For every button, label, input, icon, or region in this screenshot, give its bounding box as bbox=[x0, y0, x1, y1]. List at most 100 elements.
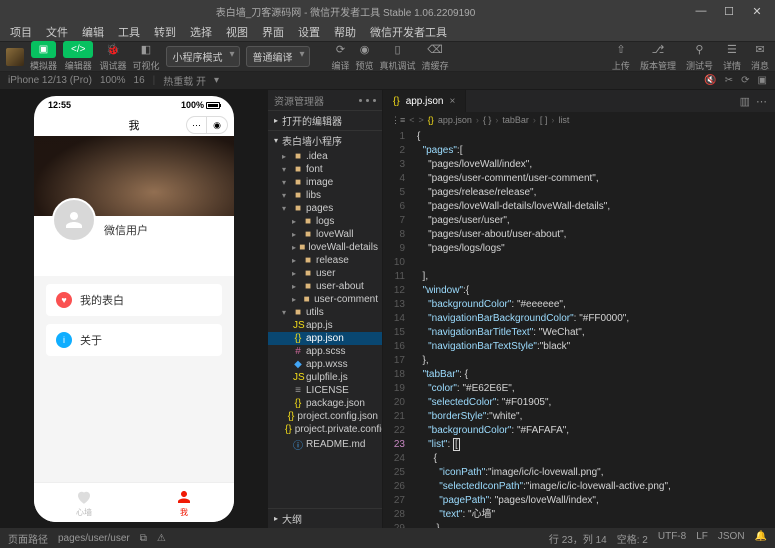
username-label: 微信用户 bbox=[104, 222, 148, 238]
cursor-position[interactable]: 行 23，列 14 bbox=[549, 531, 607, 546]
language-mode[interactable]: JSON bbox=[718, 531, 745, 546]
tree-item--idea[interactable]: ▸■.idea bbox=[268, 150, 382, 163]
menu-help[interactable]: 帮助 bbox=[328, 22, 362, 42]
alert-icon[interactable]: ⚠ bbox=[157, 533, 166, 544]
rotate-icon[interactable]: ⟳ bbox=[741, 75, 749, 86]
tree-item-lovewall-details[interactable]: ▸■loveWall-details bbox=[268, 241, 382, 254]
profile-section: 微信用户 bbox=[34, 216, 234, 276]
tree-item-logs[interactable]: ▸■logs bbox=[268, 215, 382, 228]
tree-item-utils[interactable]: ▾■utils bbox=[268, 306, 382, 319]
page-path[interactable]: pages/user/user bbox=[58, 533, 130, 544]
user-avatar[interactable] bbox=[52, 198, 96, 242]
tree-item-image[interactable]: ▾■image bbox=[268, 176, 382, 189]
menu-settings[interactable]: 设置 bbox=[292, 22, 326, 42]
clear-cache-button[interactable]: ⌫清缓存 bbox=[422, 42, 449, 72]
eol-setting[interactable]: LF bbox=[696, 531, 708, 546]
test-button[interactable]: ⚲测试号 bbox=[686, 42, 713, 72]
editor-button-group[interactable]: </> 编辑器 bbox=[63, 41, 93, 72]
close-tab-icon[interactable]: × bbox=[450, 96, 456, 107]
notifications-icon[interactable]: 🔔 bbox=[755, 531, 767, 546]
hot-reload-toggle[interactable]: 热重载 开 bbox=[163, 73, 206, 88]
popout-icon[interactable]: ▣ bbox=[758, 75, 767, 86]
upload-button[interactable]: ⇧上传 bbox=[612, 42, 630, 72]
menu-edit[interactable]: 编辑 bbox=[76, 22, 110, 42]
tree-item-readme-md[interactable]: ⓘREADME.md bbox=[268, 436, 382, 453]
visualize-button[interactable]: ◧ 可视化 bbox=[133, 42, 160, 72]
menu-wechat-devtools[interactable]: 微信开发者工具 bbox=[364, 22, 453, 42]
tree-item-font[interactable]: ▾■font bbox=[268, 163, 382, 176]
simulator-button-group[interactable]: ▣ 模拟器 bbox=[30, 41, 57, 72]
more-actions-icon[interactable]: ⋯ bbox=[756, 95, 767, 108]
menu-tools[interactable]: 工具 bbox=[112, 22, 146, 42]
mute-icon[interactable]: 🔇 bbox=[704, 75, 716, 86]
tree-item-package-json[interactable]: {}package.json bbox=[268, 397, 382, 410]
project-section[interactable]: ▾表白墙小程序 bbox=[268, 130, 382, 150]
tree-item-pages[interactable]: ▾■pages bbox=[268, 202, 382, 215]
battery-icon bbox=[206, 102, 220, 109]
tree-item-gulpfile-js[interactable]: JSgulpfile.js bbox=[268, 371, 382, 384]
detail-button[interactable]: ☰详情 bbox=[723, 42, 741, 72]
toolbar: ▣ 模拟器 </> 编辑器 🐞 调试器 ◧ 可视化 小程序模式 普通编译 ⟳编译… bbox=[0, 42, 775, 72]
code-area[interactable]: 1234567891011121314151617181920212223242… bbox=[383, 128, 775, 528]
tab-lovewall[interactable]: 心墙 bbox=[34, 483, 134, 522]
menu-interface[interactable]: 界面 bbox=[256, 22, 290, 42]
window-title: 表白墙_刀客源码网 - 微信开发者工具 Stable 1.06.2209190 bbox=[6, 4, 685, 19]
breadcrumb[interactable]: ⋮≡<> {}app.json ›{ } ›tabBar ›[ ] ›list bbox=[383, 112, 775, 128]
phone-tabbar: 心墙 我 bbox=[34, 482, 234, 522]
tree-item-user-comment[interactable]: ▸■user-comment bbox=[268, 293, 382, 306]
menu-file[interactable]: 文件 bbox=[40, 22, 74, 42]
encoding-setting[interactable]: UTF-8 bbox=[658, 531, 686, 546]
tab-me[interactable]: 我 bbox=[134, 483, 234, 522]
tree-item-release[interactable]: ▸■release bbox=[268, 254, 382, 267]
mode-select[interactable]: 小程序模式 bbox=[166, 46, 240, 67]
explorer-header: 资源管理器 bbox=[268, 90, 382, 110]
tree-item-app-json[interactable]: {}app.json bbox=[268, 332, 382, 345]
preview-button[interactable]: ◉预览 bbox=[356, 42, 374, 72]
user-avatar-icon[interactable] bbox=[6, 48, 24, 66]
capture-icon[interactable]: ✂ bbox=[725, 75, 733, 86]
about-card[interactable]: i关于 bbox=[46, 324, 222, 356]
tree-item-license[interactable]: ≡LICENSE bbox=[268, 384, 382, 397]
message-button[interactable]: ✉消息 bbox=[751, 42, 769, 72]
tree-item-user-about[interactable]: ▸■user-about bbox=[268, 280, 382, 293]
capsule-more-icon[interactable]: ⋯ bbox=[187, 117, 207, 133]
menu-select[interactable]: 选择 bbox=[184, 22, 218, 42]
capsule-menu[interactable]: ⋯◉ bbox=[186, 116, 228, 134]
compile-select[interactable]: 普通编译 bbox=[246, 46, 310, 67]
tree-item-lovewall[interactable]: ▸■loveWall bbox=[268, 228, 382, 241]
status-bar: 页面路径 pages/user/user ⧉ ⚠ 行 23，列 14 空格: 2… bbox=[0, 528, 775, 548]
tree-item-libs[interactable]: ▾■libs bbox=[268, 189, 382, 202]
copy-path-icon[interactable]: ⧉ bbox=[140, 533, 147, 544]
capsule-close-icon[interactable]: ◉ bbox=[207, 117, 227, 133]
split-editor-icon[interactable]: ▥ bbox=[740, 95, 750, 108]
tree-item-project-config-json[interactable]: {}project.config.json bbox=[268, 410, 382, 423]
open-editors-section[interactable]: ▸打开的编辑器 bbox=[268, 110, 382, 130]
tree-item-app-wxss[interactable]: ◆app.wxss bbox=[268, 358, 382, 371]
tree-item-app-scss[interactable]: #app.scss bbox=[268, 345, 382, 358]
menu-goto[interactable]: 转到 bbox=[148, 22, 182, 42]
sidebar: 资源管理器 ▸打开的编辑器 ▾表白墙小程序 ▸■.idea▾■font▾■ima… bbox=[268, 90, 383, 528]
debugger-button[interactable]: 🐞 调试器 bbox=[99, 42, 126, 72]
editor-panel: {}app.json× ▥ ⋯ ⋮≡<> {}app.json ›{ } ›ta… bbox=[383, 90, 775, 528]
tab-app-json[interactable]: {}app.json× bbox=[383, 90, 466, 112]
compile-button[interactable]: ⟳编译 bbox=[332, 42, 350, 72]
indent-setting[interactable]: 空格: 2 bbox=[617, 531, 648, 546]
menubar: 项目 文件 编辑 工具 转到 选择 视图 界面 设置 帮助 微信开发者工具 bbox=[0, 22, 775, 42]
tree-item-project-private-config-js---[interactable]: {}project.private.config.js... bbox=[268, 423, 382, 436]
tree-item-app-js[interactable]: JSapp.js bbox=[268, 319, 382, 332]
explorer-more-icon[interactable] bbox=[359, 99, 376, 102]
device-select[interactable]: iPhone 12/13 (Pro) bbox=[8, 75, 92, 86]
zoom-select[interactable]: 100% bbox=[100, 75, 126, 86]
maximize-button[interactable]: ☐ bbox=[717, 5, 741, 18]
minimize-button[interactable]: ― bbox=[689, 5, 713, 17]
font-select[interactable]: 16 bbox=[134, 75, 145, 86]
tree-item-user[interactable]: ▸■user bbox=[268, 267, 382, 280]
real-device-button[interactable]: ▯真机调试 bbox=[380, 42, 416, 72]
close-button[interactable]: ✕ bbox=[745, 5, 769, 18]
version-button[interactable]: ⎇版本管理 bbox=[640, 42, 676, 72]
outline-section[interactable]: ▸大纲 bbox=[268, 508, 382, 528]
simulator-panel: 12:55 100% 我 ⋯◉ 微信用户 ♥我的表白 i关于 心墙 我 bbox=[0, 90, 268, 528]
my-confession-card[interactable]: ♥我的表白 bbox=[46, 284, 222, 316]
menu-project[interactable]: 项目 bbox=[4, 22, 38, 42]
menu-view[interactable]: 视图 bbox=[220, 22, 254, 42]
